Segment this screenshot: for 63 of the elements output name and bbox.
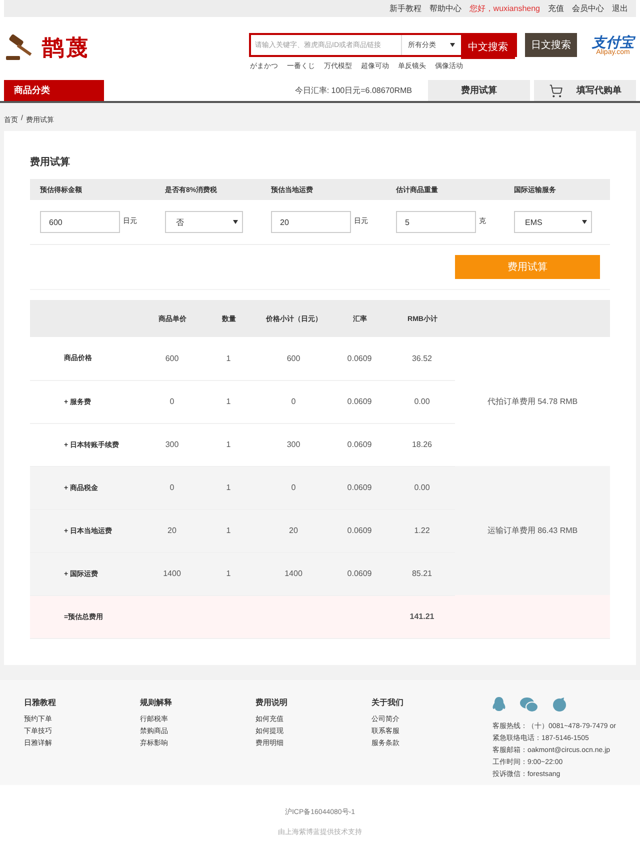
select-field[interactable]: 否: [165, 211, 243, 233]
greeting: 您好，wuxiansheng: [469, 3, 540, 14]
input-field[interactable]: 600: [40, 211, 120, 233]
table-cell: 300: [258, 423, 330, 466]
table-cell: 600: [258, 337, 330, 380]
table-cell: 20: [258, 509, 330, 552]
top-link[interactable]: 充值: [548, 3, 564, 14]
table-cell: 0: [145, 380, 200, 423]
alipay-logo: 支付宝: [592, 35, 634, 49]
search-button[interactable]: 中文搜索: [461, 35, 515, 59]
footer-heading: 关于我们: [372, 696, 405, 708]
total-value: 141.21: [390, 595, 455, 638]
footer-heading: 日雅教程: [24, 696, 57, 708]
table-cell: 1400: [258, 552, 330, 595]
select-field[interactable]: EMS: [514, 211, 592, 233]
table-cell: 0.0609: [330, 552, 390, 595]
exchange-rate: 今日汇率: 100日元=6.08670RMB: [294, 85, 412, 96]
group-total: 运输订单费用 86.43 RMB: [455, 466, 610, 595]
search-button[interactable]: 日文搜索: [525, 33, 577, 57]
top-link[interactable]: 退出: [612, 3, 628, 14]
nav-tab[interactable]: 费用试算: [428, 80, 530, 101]
penguin-icon[interactable]: [492, 696, 506, 712]
table-cell: 0.00: [390, 466, 455, 509]
logo-text: 鹊蔑: [42, 34, 90, 62]
table-cell: 85.21: [390, 552, 455, 595]
table-cell: 300: [145, 423, 200, 466]
top-link[interactable]: 新手教程: [389, 3, 422, 14]
caret-icon: [450, 43, 455, 47]
table-cell: 0.0609: [330, 423, 390, 466]
table-cell: 1: [200, 423, 258, 466]
table-cell: 1: [200, 337, 258, 380]
caret-icon: [233, 220, 238, 224]
table-cell: 20: [145, 509, 200, 552]
table-cell: 1400: [145, 552, 200, 595]
table-cell: 600: [145, 337, 200, 380]
table-cell: 0: [145, 466, 200, 509]
table-cell: 1: [200, 380, 258, 423]
table-cell: 18.26: [390, 423, 455, 466]
table-cell: 36.52: [390, 337, 455, 380]
table-cell: 0.0609: [330, 337, 390, 380]
group-total: 代拍订单费用 54.78 RMB: [455, 337, 610, 466]
top-link[interactable]: 会员中心: [572, 3, 604, 14]
footer-heading: 费用说明: [256, 696, 289, 708]
table-cell: 0.0609: [330, 509, 390, 552]
bird-icon[interactable]: [552, 696, 568, 712]
nav-tab[interactable]: 填写代购单: [534, 80, 636, 101]
table-cell: 1: [200, 552, 258, 595]
chat-icon[interactable]: [520, 696, 538, 712]
top-link[interactable]: 帮助中心: [429, 3, 462, 14]
caret-icon: [582, 220, 587, 224]
section-title: 费用试算: [30, 156, 71, 169]
table-cell: 0: [258, 466, 330, 509]
table-cell: 0: [258, 380, 330, 423]
table-cell: 1: [200, 509, 258, 552]
table-cell: 0.0609: [330, 380, 390, 423]
category-menu[interactable]: 商品分类: [4, 80, 104, 101]
table-cell: 0.0609: [330, 466, 390, 509]
footer-heading: 规则解释: [140, 696, 173, 708]
table-cell: 0.00: [390, 380, 455, 423]
input-field[interactable]: 5: [396, 211, 476, 233]
table-cell: 1.22: [390, 509, 455, 552]
table-cell: 1: [200, 466, 258, 509]
input-field[interactable]: 20: [271, 211, 351, 233]
